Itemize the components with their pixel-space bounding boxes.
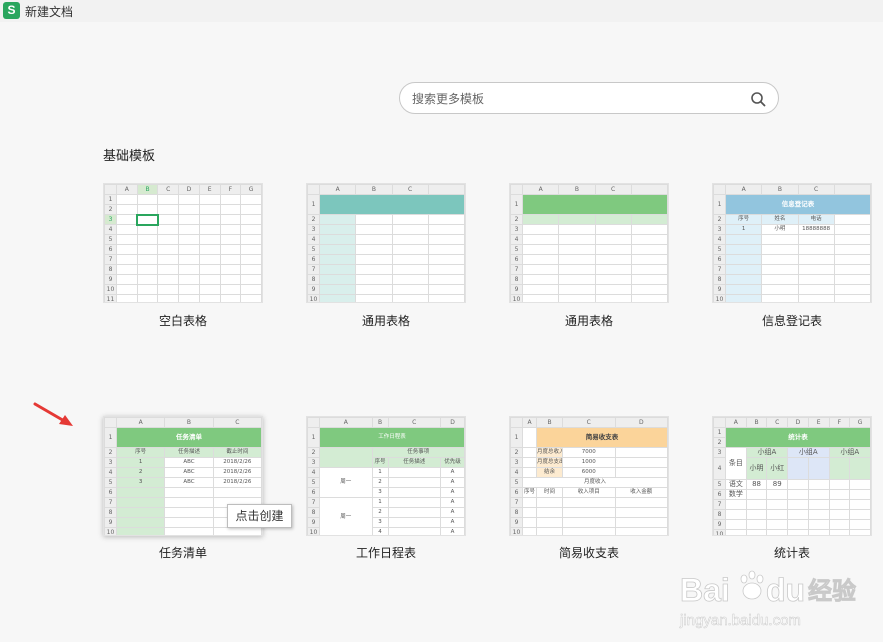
- search-icon[interactable]: [750, 91, 766, 107]
- template-card-info-register[interactable]: ABC 1 信息登记表 2 序号 姓名 电话 3 1 小明 18888888 4 5 6 7 …: [712, 183, 872, 303]
- red-arrow-icon: [33, 402, 73, 426]
- spreadsheet-thumbnail: ABCDEFG 1 统计表 2 3 条目 小组A 小组A 小组A 4 小明 小红 5 语文 88 8…: [713, 417, 871, 535]
- template-card-general-green[interactable]: ABC 1 2 3 4 5 6 7 8 9 10: [509, 183, 669, 303]
- svg-text:经验: 经验: [808, 577, 856, 605]
- window-title: 新建文档: [25, 5, 74, 19]
- template-label[interactable]: 简易收支表: [509, 544, 669, 561]
- template-label[interactable]: 通用表格: [306, 312, 466, 329]
- svg-text:Bai: Bai: [680, 572, 730, 608]
- spreadsheet-thumbnail: ABC 1 信息登记表 2 序号 姓名 电话 3 1 小明 18888888 4 5 6 7 …: [713, 184, 871, 302]
- create-tooltip: 点击创建: [227, 504, 292, 528]
- spreadsheet-thumbnail: ABC 1 2 3 4 5 6 7 8 9 10: [307, 184, 465, 302]
- template-card-blank[interactable]: ABCDEFG 1 2 3 4 5 6 7 8 9 10 11: [103, 183, 263, 303]
- spreadsheet-thumbnail: ABC 1 2 3 4 5 6 7 8 9 10: [510, 184, 668, 302]
- svg-text:jingyan.baidu.com: jingyan.baidu.com: [679, 612, 801, 629]
- spreadsheet-thumbnail: ABCD 1 简易收支表 2 月度总收入 7000 3 月度总支出 1000 4 结余 600…: [510, 417, 668, 535]
- section-title: 基础模板: [103, 149, 156, 164]
- spreadsheet-thumbnail: ABCD 1 工作日程表 2 任务事项 3 序号 任务描述 优先级 4 周一 1 A 52A 6…: [307, 417, 465, 535]
- search-input[interactable]: [412, 89, 732, 109]
- template-label[interactable]: 通用表格: [509, 312, 669, 329]
- template-card-statistics[interactable]: ABCDEFG 1 统计表 2 3 条目 小组A 小组A 小组A 4 小明 小红 5 语文 88 8…: [712, 416, 872, 536]
- template-label[interactable]: 信息登记表: [712, 312, 872, 329]
- template-search-box[interactable]: [399, 82, 779, 114]
- template-card-general-teal[interactable]: ABC 1 2 3 4 5 6 7 8 9 10: [306, 183, 466, 303]
- template-label[interactable]: 任务清单: [103, 544, 263, 561]
- template-label[interactable]: 空白表格: [103, 312, 263, 329]
- template-card-work-schedule[interactable]: ABCD 1 工作日程表 2 任务事项 3 序号 任务描述 优先级 4 周一 1 A 52A 6…: [306, 416, 466, 536]
- template-label[interactable]: 工作日程表: [306, 544, 466, 561]
- app-logo-icon: S: [3, 2, 20, 19]
- template-label[interactable]: 统计表: [712, 544, 872, 561]
- svg-text:du: du: [766, 572, 805, 608]
- title-bar: S 新建文档: [0, 0, 883, 22]
- template-card-income-expense[interactable]: ABCD 1 简易收支表 2 月度总收入 7000 3 月度总支出 1000 4 结余 600…: [509, 416, 669, 536]
- baidu-watermark-logo: Bai du 经验 jingyan.baidu.com: [679, 570, 856, 629]
- spreadsheet-thumbnail: ABCDEFG 1 2 3 4 5 6 7 8 9 10 11: [104, 184, 262, 302]
